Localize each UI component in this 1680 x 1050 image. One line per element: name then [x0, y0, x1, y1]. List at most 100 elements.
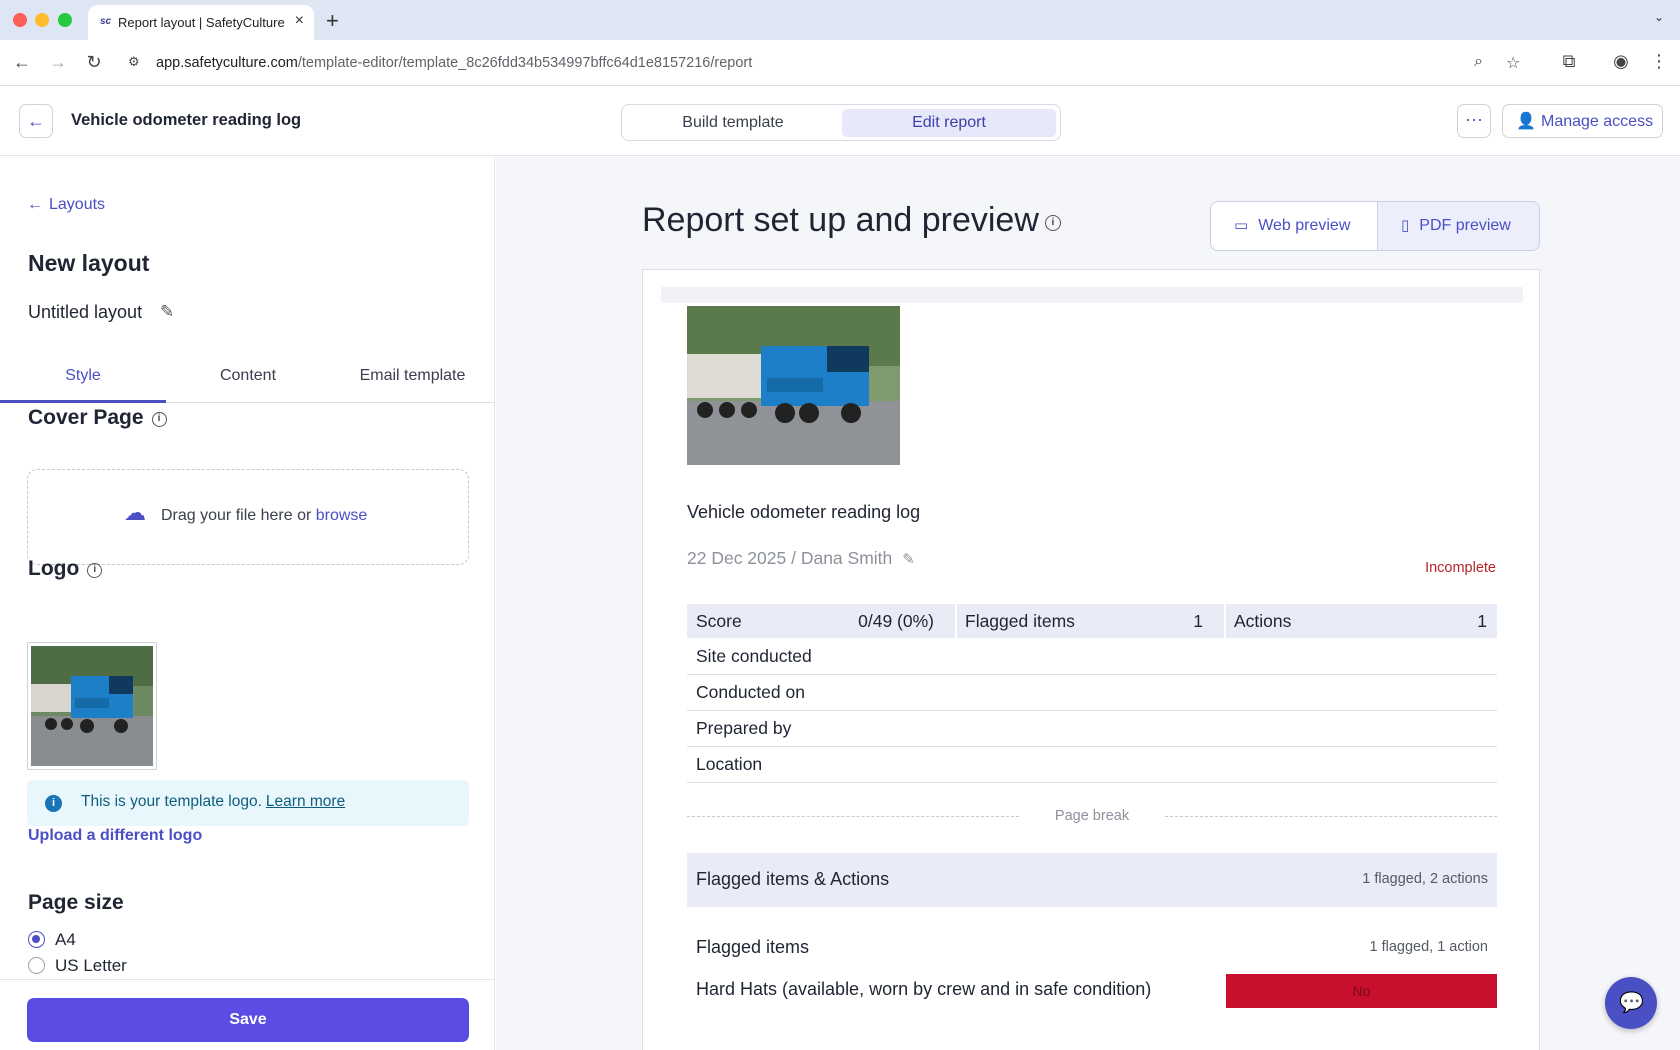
user-lock-icon: 👤: [1516, 113, 1536, 130]
info-icon[interactable]: i: [87, 563, 103, 578]
tab-content[interactable]: Content: [166, 367, 330, 385]
layouts-link-label: Layouts: [49, 196, 106, 213]
manage-access-button[interactable]: 👤 Manage access: [1502, 104, 1663, 138]
upload-cloud-icon: ☁: [124, 500, 146, 525]
chat-bubble-icon: 💬: [1619, 992, 1644, 1014]
status-badge: Incomplete: [1425, 560, 1496, 576]
mode-switch: Build template Edit report: [621, 104, 1061, 141]
report-meta: 22 Dec 2025 / Dana Smith ✎: [687, 548, 915, 568]
new-tab-icon[interactable]: +: [326, 8, 339, 34]
arrow-left-icon: ←: [27, 111, 45, 131]
page-size-option-us-letter[interactable]: US Letter: [28, 956, 127, 976]
score-label: Score: [696, 611, 742, 631]
page-size-heading: Page size: [28, 891, 124, 914]
active-tab-indicator: [0, 400, 166, 403]
upload-different-logo-link[interactable]: Upload a different logo: [28, 827, 202, 845]
template-logo-info-banner: i This is your template logo. Learn more: [27, 780, 469, 826]
option-label: US Letter: [55, 956, 127, 975]
preview-mode-toggle: ▭ Web preview ▯ PDF preview: [1210, 201, 1540, 251]
template-name: Vehicle odometer reading log: [71, 111, 302, 129]
extensions-icon[interactable]: ⧉: [1558, 51, 1580, 72]
edit-report-tab[interactable]: Edit report: [842, 109, 1056, 137]
field-row: Prepared by: [687, 711, 1497, 747]
field-label: Conducted on: [696, 682, 805, 702]
field-row: Location: [687, 747, 1497, 783]
actions-label: Actions: [1234, 611, 1292, 631]
info-icon[interactable]: i: [151, 412, 167, 427]
browse-link[interactable]: browse: [316, 507, 368, 524]
web-preview-button[interactable]: ▭ Web preview: [1211, 202, 1377, 250]
info-icon[interactable]: i: [1044, 215, 1061, 231]
profile-icon[interactable]: ◉: [1610, 51, 1632, 72]
edit-name-pencil-icon[interactable]: ✎: [160, 302, 174, 322]
tab-title: Report layout | SafetyCulture: [118, 15, 285, 30]
section-title: Flagged items & Actions: [696, 869, 890, 889]
more-options-button[interactable]: ···: [1457, 104, 1491, 138]
maximize-window-button[interactable]: [58, 13, 72, 27]
subsection-count: 1 flagged, 1 action: [1369, 939, 1488, 955]
browser-menu-icon[interactable]: ⋮: [1648, 51, 1670, 72]
save-button[interactable]: Save: [27, 998, 469, 1042]
option-label: A4: [55, 930, 76, 949]
arrow-left-icon: ←: [27, 196, 43, 213]
tab-style[interactable]: Style: [0, 367, 166, 385]
logo-heading: Logo i: [28, 557, 103, 581]
close-tab-icon[interactable]: ×: [295, 12, 304, 30]
edit-pencil-icon[interactable]: ✎: [902, 551, 915, 568]
close-window-button[interactable]: [13, 13, 27, 27]
support-chat-button[interactable]: 💬: [1605, 977, 1657, 1029]
page-size-option-a4[interactable]: A4: [28, 930, 76, 950]
page-break: Page break: [687, 807, 1497, 827]
ellipsis-icon: ···: [1465, 109, 1483, 129]
zoom-icon[interactable]: ⌕: [1474, 53, 1483, 71]
layout-settings-panel: ← Layouts New layout Untitled layout ✎ St…: [0, 157, 495, 1050]
cover-truck-image: [687, 306, 900, 465]
address-bar[interactable]: ⚙ app.safetyculture.com/template-editor/…: [118, 45, 1658, 81]
cover-page-heading: Cover Page i: [28, 406, 167, 430]
site-info-icon[interactable]: ⚙: [128, 54, 140, 70]
tab-search-icon[interactable]: ⌄: [1654, 10, 1664, 24]
dropzone-text: Drag your file here or browse: [161, 507, 368, 524]
reload-icon[interactable]: ↻: [83, 52, 105, 73]
pdf-preview-label: PDF preview: [1419, 217, 1511, 234]
field-row: Site conducted: [687, 639, 1497, 675]
save-bar: Save: [0, 979, 494, 1050]
document-header-band: [661, 287, 1523, 303]
actions-value: 1: [1477, 611, 1487, 631]
question-row: Hard Hats (available, worn by crew and i…: [687, 972, 1497, 1008]
back-button[interactable]: ←: [19, 104, 53, 138]
minimize-window-button[interactable]: [35, 13, 49, 27]
preview-heading: Report set up and preview i: [642, 201, 1061, 240]
forward-arrow-icon[interactable]: →: [47, 52, 69, 73]
bookmark-star-icon[interactable]: ☆: [1506, 53, 1520, 73]
info-banner-text: This is your template logo. Learn more: [81, 793, 346, 810]
app-header: ← Vehicle odometer reading log Build tem…: [0, 86, 1680, 156]
question-label: Hard Hats (available, worn by crew and i…: [696, 979, 1152, 999]
score-value: 0/49 (0%): [858, 611, 934, 631]
back-arrow-icon[interactable]: ←: [11, 52, 33, 73]
browser-tab[interactable]: sc Report layout | SafetyCulture ×: [88, 5, 314, 40]
flagged-value: 1: [1193, 611, 1203, 631]
field-label: Location: [696, 754, 763, 774]
cover-page-dropzone[interactable]: ☁ Drag your file here or browse: [27, 469, 469, 565]
info-icon: i: [45, 795, 62, 812]
build-template-tab[interactable]: Build template: [628, 109, 838, 137]
radio-unselected[interactable]: [28, 957, 45, 974]
answer-badge: No: [1226, 974, 1497, 1008]
divider: [1224, 604, 1226, 638]
subsection-title: Flagged items: [696, 937, 810, 957]
manage-access-label: Manage access: [1541, 113, 1654, 130]
truck-image: [31, 646, 153, 766]
browser-toolbar: ← → ↻ ⚙ app.safetyculture.com/template-e…: [0, 40, 1680, 86]
radio-selected[interactable]: [28, 931, 45, 948]
tab-email-template[interactable]: Email template: [330, 367, 494, 385]
report-preview-panel: Report set up and preview i ▭ Web preview …: [496, 157, 1680, 1050]
flagged-actions-section: Flagged items & Actions 1 flagged, 2 act…: [687, 853, 1497, 907]
layouts-back-link[interactable]: ← Layouts: [27, 196, 105, 214]
flagged-label: Flagged items: [965, 611, 1075, 631]
pdf-preview-button[interactable]: ▯ PDF preview: [1377, 202, 1539, 250]
laptop-icon: ▭: [1234, 217, 1249, 234]
page-break-line: [1165, 816, 1497, 817]
layout-name: Untitled layout: [28, 302, 143, 322]
learn-more-link[interactable]: Learn more: [266, 793, 345, 810]
